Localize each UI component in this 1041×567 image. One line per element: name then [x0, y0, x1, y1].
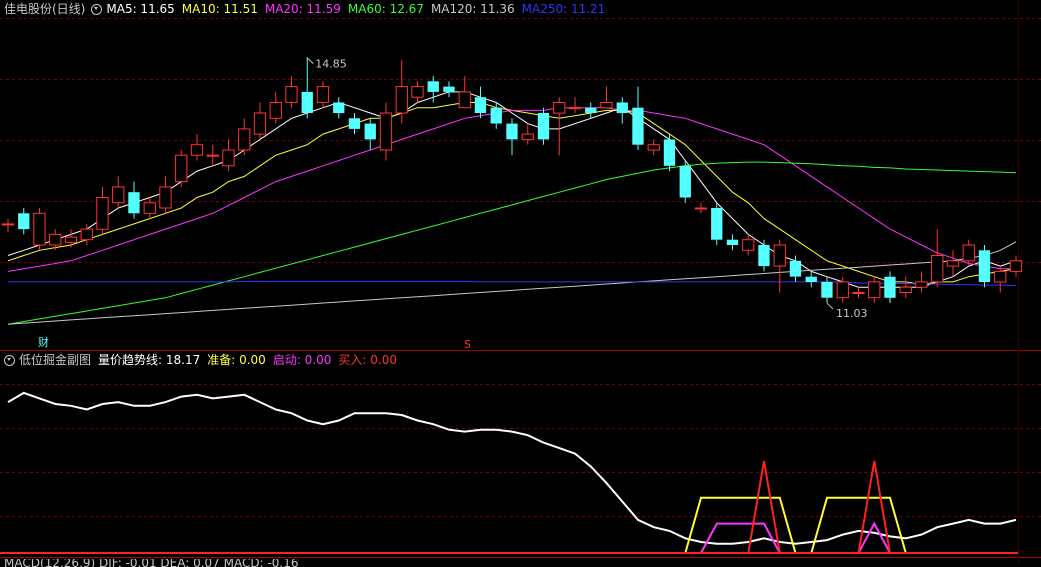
candle-body-up [946, 260, 960, 267]
candle-body-up [1, 223, 15, 226]
candle-body-up [379, 112, 393, 151]
candle-body-up [411, 86, 424, 98]
candle-body-up [962, 244, 975, 262]
candle-body-up [868, 281, 881, 299]
candle-body-up [253, 112, 267, 135]
candle-body-up [175, 154, 188, 183]
candle-body-down [537, 113, 550, 140]
candle-body-up [852, 292, 865, 294]
sub-line-prepare [8, 496, 1016, 554]
candle-body-up [64, 236, 78, 243]
buy-label: 买入: 0.00 [338, 353, 397, 367]
candle-body-down [364, 123, 376, 140]
settings-circle-icon[interactable] [4, 354, 15, 366]
candle-body-down [758, 245, 770, 267]
finance-marker: 财 [38, 335, 49, 349]
sub-line-start [8, 521, 1016, 554]
candle-body-up [994, 270, 1007, 283]
candle-body-down [805, 276, 817, 282]
ma5-label: MA5: 11.65 [106, 2, 175, 16]
candle-body-down [978, 250, 991, 282]
sub-chart-title: 低位掘金副图 [19, 353, 92, 367]
candle-body-up [521, 133, 534, 140]
stock-chart-canvas[interactable]: 14.85 11.03 财 S [0, 0, 1041, 565]
trend-line-label: 量价趋势线: 18.17 [98, 353, 201, 367]
ma250-label: MA250: 11.21 [521, 2, 606, 16]
candle-body-up [836, 281, 849, 299]
candle-body-up [773, 244, 786, 267]
candle-body-up [647, 144, 660, 151]
candle-body-up [600, 102, 613, 109]
candle-body-down [18, 213, 30, 230]
prepare-label: 准备: 0.00 [207, 353, 266, 367]
candle-body-up [159, 186, 172, 209]
candle-body-down [490, 107, 502, 124]
candle-body-up [143, 202, 156, 214]
candle-body-down [884, 276, 896, 298]
low-pointer [826, 302, 834, 310]
candle-body-up [190, 144, 204, 156]
candle-body-down [663, 139, 676, 166]
settings-circle-icon[interactable] [91, 3, 103, 15]
candle-body-up [96, 197, 109, 230]
candle-body-down [789, 260, 802, 277]
candle-body-down [301, 91, 313, 113]
macd-legend: MACD(12,26,9) DIF: -0.01 DEA: 0.07 MACD:… [0, 559, 306, 567]
candle-body-down [506, 123, 518, 140]
candle-body-down [821, 281, 833, 298]
sub-chart-legend: 低位掘金副图 量价趋势线: 18.17 准备: 0.00 启动: 0.00 买入… [0, 351, 404, 369]
ma120-label: MA120: 11.36 [430, 2, 515, 16]
macd-legend-text: MACD(12,26,9) DIF: -0.01 DEA: 0.07 MACD:… [4, 559, 299, 567]
candle-body-up [316, 86, 330, 103]
candle-body-down [443, 86, 455, 92]
candle-body-up [222, 149, 235, 167]
high-pointer [306, 57, 314, 64]
candle-body-up [395, 86, 408, 114]
ma60-label: MA60: 12.67 [347, 2, 424, 16]
ma-line-ma60 [7, 161, 1017, 325]
main-chart-legend: 佳电股份(日线) MA5: 11.65 MA10: 11.51 MA20: 11… [0, 0, 612, 18]
candle-body-up [206, 154, 219, 157]
candle-body-up [742, 239, 755, 251]
chart-title: 佳电股份(日线) [4, 2, 86, 16]
candle-body-up [458, 91, 471, 109]
ma10-label: MA10: 11.51 [181, 2, 258, 16]
candle-body-down [128, 192, 140, 214]
candle-body-down [726, 239, 739, 245]
candle-body-up [49, 233, 62, 246]
candle-body-down [333, 102, 345, 114]
ma20-label: MA20: 11.59 [264, 2, 341, 16]
candle-body-down [427, 81, 439, 92]
candle-body-down [585, 107, 597, 113]
low-price-label: 11.03 [836, 307, 868, 320]
candle-body-up [269, 102, 282, 119]
candle-body-down [616, 102, 628, 114]
candle-body-down [348, 118, 361, 129]
candle-body-down [474, 97, 487, 113]
start-label: 启动: 0.00 [272, 353, 332, 367]
candle-body-up [80, 228, 93, 241]
candle-body-up [915, 281, 928, 288]
signal-s-marker: S [464, 338, 471, 351]
high-price-label: 14.85 [315, 58, 347, 71]
candle-body-up [285, 86, 298, 103]
candle-body-up [1009, 260, 1023, 272]
ma-line-ma250 [8, 280, 1017, 287]
candle-body-down [711, 208, 723, 240]
candle-body-up [931, 255, 944, 283]
candle-body-up [238, 128, 251, 151]
candle-body-up [553, 102, 566, 114]
candle-body-up [112, 186, 125, 204]
candle-body-up [694, 207, 708, 210]
candle-body-up [899, 286, 912, 294]
candle-body-down [632, 107, 644, 145]
candle-body-down [679, 165, 691, 198]
candle-body-up [568, 107, 582, 110]
candle-body-up [33, 212, 46, 246]
